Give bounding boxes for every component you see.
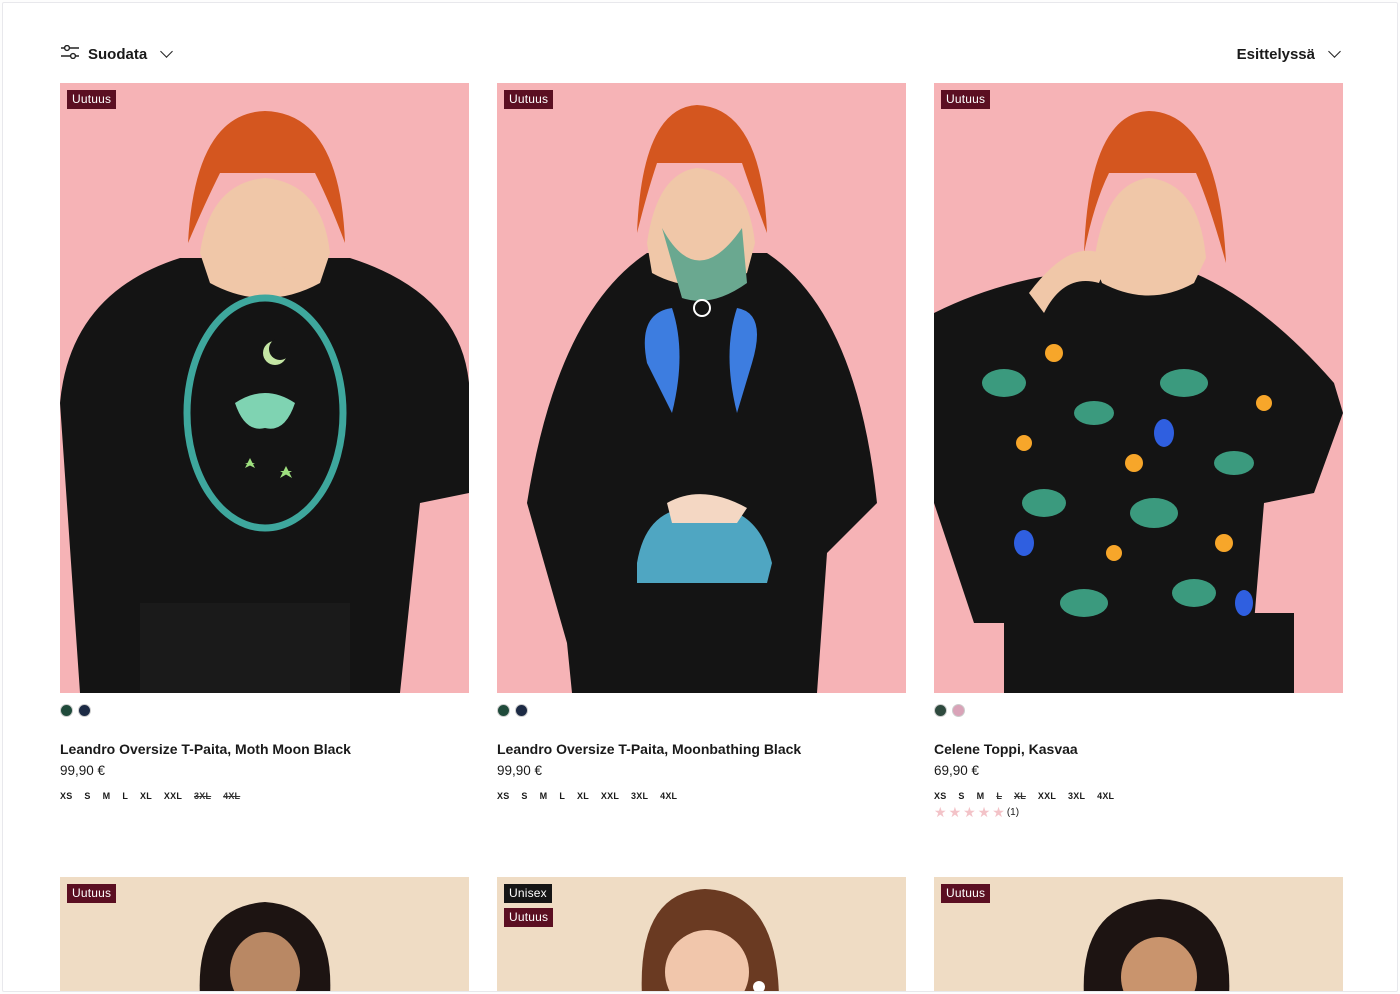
sliders-icon bbox=[61, 44, 79, 63]
page-frame: Suodata Esittelyssä Uutuus Leandro Overs… bbox=[2, 2, 1398, 992]
filter-label: Suodata bbox=[88, 45, 148, 63]
new-badge: Uutuus bbox=[67, 884, 117, 903]
product-grid-row-2: Uutuus Unisex Uutuus Uutuus bbox=[60, 877, 1344, 991]
size-option[interactable]: 4XL bbox=[1097, 791, 1114, 801]
color-swatches bbox=[934, 704, 1343, 718]
product-title[interactable]: Leandro Oversize T-Paita, Moth Moon Blac… bbox=[60, 741, 469, 757]
star-icon: ★ bbox=[992, 804, 1005, 820]
product-grid: Uutuus Leandro Oversize T-Paita, Moth Mo… bbox=[60, 83, 1344, 820]
review-count: (1) bbox=[1006, 806, 1020, 818]
color-swatch[interactable] bbox=[952, 704, 965, 717]
filter-button[interactable]: Suodata bbox=[61, 44, 174, 63]
size-option[interactable]: M bbox=[540, 791, 548, 801]
chevron-down-icon bbox=[160, 45, 174, 58]
new-badge: Uutuus bbox=[504, 90, 554, 109]
product-price: 99,90 € bbox=[497, 763, 543, 778]
product-card[interactable]: Uutuus Leandro Oversize T-Paita, Moonbat… bbox=[497, 83, 906, 818]
product-title[interactable]: Leandro Oversize T-Paita, Moonbathing Bl… bbox=[497, 741, 906, 757]
product-price: 69,90 € bbox=[934, 763, 980, 778]
product-image[interactable]: Uutuus bbox=[60, 83, 469, 693]
sort-label: Esittelyssä bbox=[1236, 45, 1315, 63]
size-option[interactable]: S bbox=[958, 791, 964, 801]
size-option[interactable]: S bbox=[521, 791, 527, 801]
chevron-down-icon bbox=[1328, 45, 1341, 58]
product-card[interactable]: Uutuus bbox=[60, 877, 469, 991]
size-option[interactable]: XXL bbox=[601, 791, 619, 801]
sort-dropdown[interactable]: Esittelyssä bbox=[1236, 45, 1341, 63]
size-option[interactable]: L bbox=[122, 791, 128, 801]
size-option[interactable]: XXL bbox=[164, 791, 182, 801]
color-swatches bbox=[497, 704, 906, 718]
color-swatch[interactable] bbox=[78, 704, 91, 717]
size-option[interactable]: 4XL bbox=[660, 791, 677, 801]
new-badge: Uutuus bbox=[941, 884, 991, 903]
color-swatch[interactable] bbox=[497, 704, 510, 717]
product-price: 99,90 € bbox=[60, 763, 106, 778]
rating[interactable]: ★ ★ ★ ★ ★ (1) bbox=[934, 804, 1343, 820]
new-badge: Uutuus bbox=[67, 90, 117, 109]
unisex-badge: Unisex bbox=[504, 884, 552, 903]
product-image[interactable]: Uutuus bbox=[934, 877, 1343, 991]
product-image[interactable]: Uutuus bbox=[934, 83, 1343, 693]
size-option[interactable]: XS bbox=[60, 791, 72, 801]
size-option[interactable]: XXL bbox=[1038, 791, 1056, 801]
product-card[interactable]: Uutuus Leandro Oversize T-Paita, Moth Mo… bbox=[60, 83, 469, 818]
size-list: XS S M L XL XXL 3XL 4XL bbox=[60, 791, 469, 801]
product-image[interactable]: Unisex Uutuus bbox=[497, 877, 906, 991]
color-swatch[interactable] bbox=[934, 704, 947, 717]
size-option[interactable]: XL bbox=[577, 791, 589, 801]
product-image[interactable]: Uutuus bbox=[60, 877, 469, 991]
star-icon: ★ bbox=[963, 804, 976, 820]
size-option-unavailable[interactable]: 3XL bbox=[194, 791, 211, 801]
color-swatches bbox=[60, 704, 469, 718]
size-option-unavailable[interactable]: L bbox=[996, 791, 1002, 801]
size-option[interactable]: M bbox=[977, 791, 985, 801]
size-option[interactable]: XS bbox=[497, 791, 509, 801]
star-icon: ★ bbox=[948, 804, 962, 820]
size-list: XS S M L XL XXL 3XL 4XL bbox=[934, 791, 1343, 801]
product-image[interactable]: Uutuus bbox=[497, 83, 906, 693]
new-badge: Uutuus bbox=[941, 90, 991, 109]
size-option[interactable]: 3XL bbox=[631, 791, 648, 801]
size-option[interactable]: M bbox=[103, 791, 111, 801]
color-swatch[interactable] bbox=[515, 704, 528, 717]
product-card[interactable]: Uutuus bbox=[934, 877, 1343, 991]
size-option[interactable]: XS bbox=[934, 791, 946, 801]
product-card[interactable]: Uutuus Celene Toppi, Kasvaa 69,90 € XS S… bbox=[934, 83, 1343, 820]
color-swatch[interactable] bbox=[60, 704, 73, 717]
size-option[interactable]: L bbox=[559, 791, 565, 801]
star-icon: ★ bbox=[934, 804, 947, 820]
size-option[interactable]: XL bbox=[140, 791, 152, 801]
size-option-unavailable[interactable]: 4XL bbox=[223, 791, 240, 801]
size-option[interactable]: 3XL bbox=[1068, 791, 1085, 801]
product-card[interactable]: Unisex Uutuus bbox=[497, 877, 906, 991]
product-title[interactable]: Celene Toppi, Kasvaa bbox=[934, 741, 1343, 757]
new-badge: Uutuus bbox=[504, 908, 554, 927]
size-option-unavailable[interactable]: XL bbox=[1014, 791, 1026, 801]
size-list: XS S M L XL XXL 3XL 4XL bbox=[497, 791, 906, 801]
toolbar: Suodata Esittelyssä bbox=[61, 39, 1341, 69]
size-option[interactable]: S bbox=[84, 791, 90, 801]
star-icon: ★ bbox=[977, 804, 991, 820]
